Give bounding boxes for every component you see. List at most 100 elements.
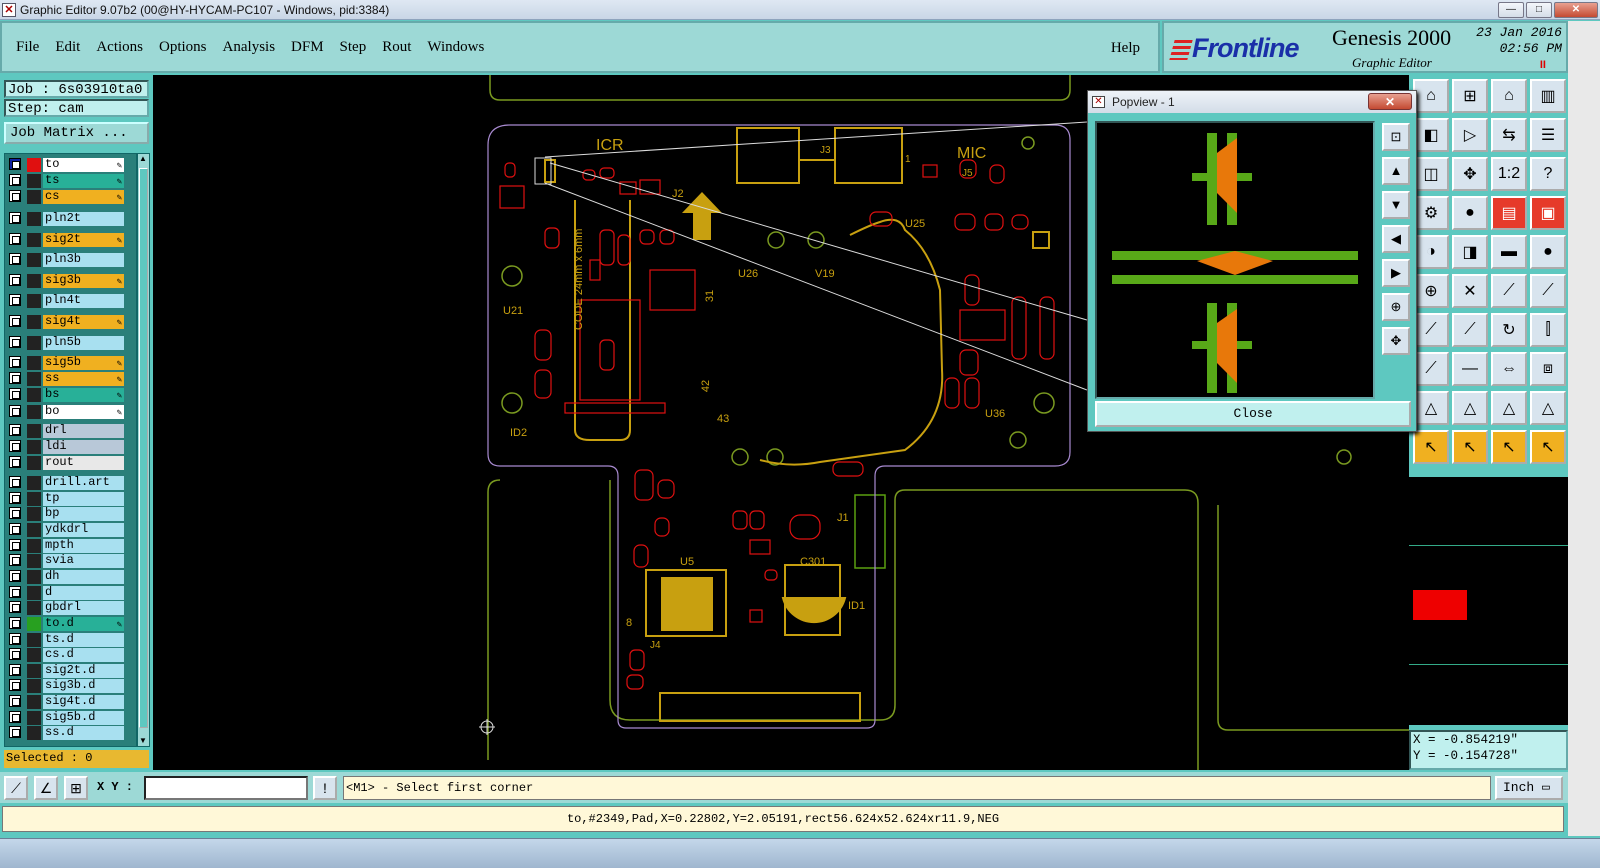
layer-visibility-checkbox[interactable] bbox=[9, 315, 21, 327]
help-icon[interactable]: ? bbox=[1530, 157, 1566, 191]
layer-visibility-checkbox[interactable] bbox=[9, 356, 21, 368]
layer-row-cs[interactable]: cs ✎ bbox=[7, 190, 136, 204]
menu-help[interactable]: Help bbox=[1111, 40, 1140, 57]
layer-row-to[interactable]: to ✎ bbox=[7, 158, 136, 172]
layer-visibility-checkbox[interactable] bbox=[9, 212, 21, 224]
close-button[interactable]: ✕ bbox=[1554, 1, 1598, 18]
layer-name[interactable]: ts ✎ bbox=[43, 174, 124, 188]
layer-color-swatch[interactable] bbox=[27, 711, 41, 725]
layer-color-swatch[interactable] bbox=[27, 315, 41, 329]
layer-row-ss[interactable]: ss ✎ bbox=[7, 372, 136, 386]
layer-visibility-checkbox[interactable] bbox=[9, 507, 21, 519]
layer-visibility-checkbox[interactable] bbox=[9, 294, 21, 306]
layer-color-swatch[interactable] bbox=[27, 294, 41, 308]
layer-color-swatch[interactable] bbox=[27, 523, 41, 537]
layer-row-sig5b-d[interactable]: sig5b.d bbox=[7, 711, 136, 725]
layer-visibility-checkbox[interactable] bbox=[9, 664, 21, 676]
layer-name[interactable]: sig5b.d bbox=[43, 711, 124, 725]
layer-name[interactable]: d bbox=[43, 586, 124, 600]
group-icon[interactable]: ⧈ bbox=[1530, 352, 1566, 386]
scroll-thumb[interactable] bbox=[139, 168, 148, 728]
settings-icon[interactable]: ⚙ bbox=[1413, 196, 1449, 230]
layer-visibility-checkbox[interactable] bbox=[9, 648, 21, 660]
maximize-button[interactable]: □ bbox=[1526, 1, 1552, 18]
move-icon[interactable]: ✥ bbox=[1452, 157, 1488, 191]
print-icon[interactable]: ⊞ bbox=[1452, 79, 1488, 113]
popview-close-x-button[interactable]: ✕ bbox=[1368, 93, 1412, 110]
menu-file[interactable]: File bbox=[16, 39, 39, 56]
pointer2-icon[interactable]: ↖ bbox=[1452, 430, 1488, 464]
minimize-button[interactable]: — bbox=[1498, 1, 1524, 18]
layer-row-mpth[interactable]: mpth bbox=[7, 539, 136, 553]
layer-color-swatch[interactable] bbox=[27, 617, 41, 631]
minus-icon[interactable]: — bbox=[1452, 352, 1488, 386]
layer-row-gbdrl[interactable]: gbdrl bbox=[7, 601, 136, 615]
layer-visibility-checkbox[interactable] bbox=[9, 695, 21, 707]
menu-analysis[interactable]: Analysis bbox=[223, 39, 276, 56]
layer-visibility-checkbox[interactable] bbox=[9, 711, 21, 723]
scale-icon[interactable]: 1:2 bbox=[1491, 157, 1527, 191]
layer-name[interactable]: mpth bbox=[43, 539, 124, 553]
layer-name[interactable]: sig2t ✎ bbox=[43, 233, 124, 247]
layer-name[interactable]: ydkdrl bbox=[43, 523, 124, 537]
dot-icon[interactable]: ● bbox=[1530, 235, 1566, 269]
panel-icon[interactable]: ▥ bbox=[1530, 79, 1566, 113]
popview-close-button[interactable]: Close bbox=[1095, 401, 1411, 427]
layer-color-swatch[interactable] bbox=[27, 586, 41, 600]
warning-icon[interactable]: ! bbox=[313, 776, 337, 800]
triangle-icon[interactable]: △ bbox=[1413, 391, 1449, 425]
layer-row-svia[interactable]: svia bbox=[7, 554, 136, 568]
zoom-fit-icon[interactable]: ⊡ bbox=[1382, 123, 1410, 151]
layer-name[interactable]: ss.d bbox=[43, 726, 124, 740]
layer-color-swatch[interactable] bbox=[27, 456, 41, 470]
layer-visibility-checkbox[interactable] bbox=[9, 726, 21, 738]
slash-icon[interactable]: ⟋ bbox=[1413, 352, 1449, 386]
angle-measure-icon[interactable]: ∠ bbox=[34, 776, 58, 800]
layer-visibility-checkbox[interactable] bbox=[9, 476, 21, 488]
layer-row-sig3b[interactable]: sig3b ✎ bbox=[7, 274, 136, 288]
layer-visibility-checkbox[interactable] bbox=[9, 523, 21, 535]
layer-color-swatch[interactable] bbox=[27, 405, 41, 419]
layer-row-sig3b-d[interactable]: sig3b.d bbox=[7, 679, 136, 693]
layer-visibility-checkbox[interactable] bbox=[9, 570, 21, 582]
layer-row-ts-d[interactable]: ts.d bbox=[7, 633, 136, 647]
layer-row-drl[interactable]: drl bbox=[7, 424, 136, 438]
layer-name[interactable]: drl bbox=[43, 424, 124, 438]
layer-name[interactable]: pln2t bbox=[43, 212, 124, 226]
layer-visibility-checkbox[interactable] bbox=[9, 601, 21, 613]
pointer-icon[interactable]: ↖ bbox=[1413, 430, 1449, 464]
pan-right-icon[interactable]: ▶ bbox=[1382, 259, 1410, 287]
layer-name[interactable]: dh bbox=[43, 570, 124, 584]
overview-viewport[interactable] bbox=[1413, 590, 1467, 620]
layer-name[interactable]: sig4t ✎ bbox=[43, 315, 124, 329]
overview-map[interactable] bbox=[1409, 545, 1568, 665]
window-icon[interactable]: ◧ bbox=[1413, 118, 1449, 152]
layer-visibility-checkbox[interactable] bbox=[9, 158, 21, 170]
scroll-up-icon[interactable]: ▲ bbox=[139, 154, 148, 164]
layer-row-ydkdrl[interactable]: ydkdrl bbox=[7, 523, 136, 537]
layer-color-swatch[interactable] bbox=[27, 424, 41, 438]
rotate-icon[interactable]: ↻ bbox=[1491, 313, 1527, 347]
xy-input[interactable] bbox=[144, 776, 308, 800]
layer-color-swatch[interactable] bbox=[27, 274, 41, 288]
layer-visibility-checkbox[interactable] bbox=[9, 554, 21, 566]
layer-name[interactable]: drill.art bbox=[43, 476, 124, 490]
arrow-right-icon[interactable]: ▷ bbox=[1452, 118, 1488, 152]
layer-visibility-checkbox[interactable] bbox=[9, 679, 21, 691]
line4-icon[interactable]: ⟋ bbox=[1452, 313, 1488, 347]
layer-row-ldi[interactable]: ldi bbox=[7, 440, 136, 454]
layer-visibility-checkbox[interactable] bbox=[9, 190, 21, 202]
layer-name[interactable]: pln5b bbox=[43, 336, 124, 350]
layer-name[interactable]: bs ✎ bbox=[43, 388, 124, 402]
house-icon[interactable]: ⌂ bbox=[1491, 79, 1527, 113]
layer-name[interactable]: bo ✎ bbox=[43, 405, 124, 419]
layer-row-sig4t-d[interactable]: sig4t.d bbox=[7, 695, 136, 709]
line3-icon[interactable]: ⟋ bbox=[1413, 313, 1449, 347]
layer-color-swatch[interactable] bbox=[27, 601, 41, 615]
layer-name[interactable]: to ✎ bbox=[43, 158, 124, 172]
stretch-icon[interactable]: ⇔ bbox=[1491, 352, 1527, 386]
layer-color-swatch[interactable] bbox=[27, 554, 41, 568]
home-icon[interactable]: ⌂ bbox=[1413, 79, 1449, 113]
ruler-icon[interactable]: ▤ bbox=[1491, 196, 1527, 230]
cross-icon[interactable]: ✕ bbox=[1452, 274, 1488, 308]
